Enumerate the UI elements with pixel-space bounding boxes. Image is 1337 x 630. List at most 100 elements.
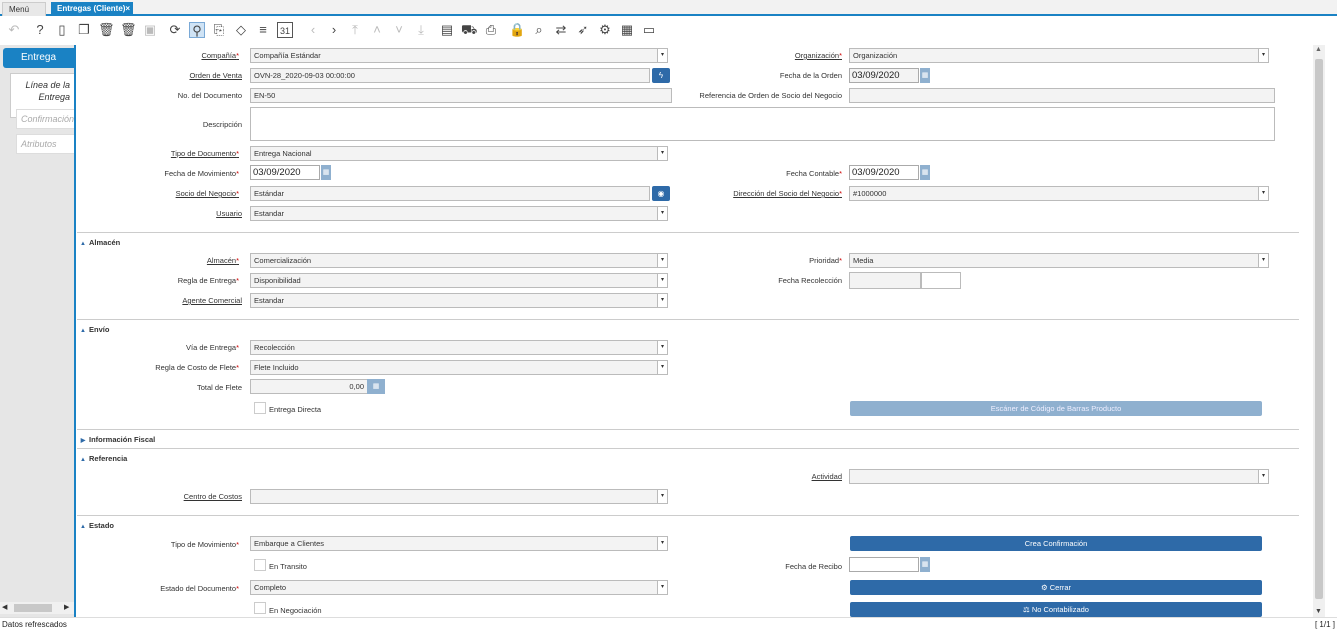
fecha-recoleccion-time[interactable] [921,272,961,289]
lightning-icon[interactable]: ϟ [652,68,670,83]
chevron-down-icon[interactable]: ▾ [657,490,667,503]
chevron-down-icon[interactable]: ▾ [657,207,667,220]
scroll-up-icon[interactable]: ▲ [1315,46,1322,53]
tipo-documento-field[interactable]: Entrega Nacional ▾ [250,146,668,161]
section-referencia[interactable]: ▲ Referencia [77,448,1299,463]
section-almacen[interactable]: ▲ Almacén [77,232,1299,247]
descripcion-textarea[interactable] [250,107,1275,141]
zoom-across-icon[interactable]: ⌕ [531,22,547,38]
collapse-icon[interactable]: ▲ [77,241,89,247]
regla-costo-flete-field[interactable]: Flete Incluido ▾ [250,360,668,375]
chevron-down-icon[interactable]: ▾ [657,581,667,594]
tab-entregas-cliente[interactable]: Entregas (Cliente) × [51,2,133,16]
actividad-field[interactable]: ▾ [849,469,1269,484]
section-informacion-fiscal[interactable]: ▶ Información Fiscal [77,429,1299,444]
usuario-field[interactable]: Estandar ▾ [250,206,668,221]
last-record-icon[interactable]: ⤓ [413,22,429,38]
fecha-orden-field[interactable]: 03/09/2020 [849,68,919,83]
en-transito-checkbox[interactable] [254,559,266,571]
almacen-field[interactable]: Comercialización ▾ [250,253,668,268]
section-estado[interactable]: ▲ Estado [77,515,1299,530]
next-record-icon[interactable]: › [326,22,342,38]
compania-field[interactable]: Compañía Estándar ▾ [250,48,668,63]
help-icon[interactable]: ? [32,22,48,38]
new-icon[interactable]: ▯ [54,22,70,38]
orden-venta-field[interactable]: OVN-28_2020-09-03 00:00:00 [250,68,650,83]
fecha-recoleccion-date[interactable] [849,272,921,289]
horizontal-scrollbar[interactable]: ◀ ▶ [0,602,74,614]
print-icon[interactable]: ⎙ [483,22,499,38]
delete-selection-icon[interactable]: 🗑 [120,22,137,38]
scanner-button[interactable]: Escáner de Código de Barras Producto [850,401,1262,416]
chevron-down-icon[interactable]: ▾ [1258,470,1268,483]
save-icon[interactable]: ▣ [142,22,158,38]
regla-entrega-field[interactable]: Disponibilidad ▾ [250,273,668,288]
first-record-icon[interactable]: ⤒ [347,22,363,38]
socio-negocio-field[interactable]: Estándar [250,186,650,201]
scroll-right-icon[interactable]: ▶ [64,603,69,611]
process-icon[interactable]: ⚙ [597,22,613,38]
next-page-icon[interactable]: ˅ [391,22,407,38]
delete-icon[interactable]: 🗑 [98,22,115,38]
chevron-down-icon[interactable]: ▾ [657,49,667,62]
chevron-down-icon[interactable]: ▾ [657,294,667,307]
lock-icon[interactable]: 🔒 [509,22,525,38]
en-negociacion-checkbox[interactable] [254,602,266,614]
section-envio[interactable]: ▲ Envío [77,319,1299,334]
chevron-down-icon[interactable]: ▾ [657,147,667,160]
workflow-icon[interactable]: ⇄ [553,22,569,38]
cerrar-button[interactable]: ⚙ Cerrar [850,580,1262,595]
fecha-recibo-field[interactable] [849,557,919,572]
refresh-icon[interactable]: ⟳ [167,22,183,38]
product-info-icon[interactable]: ▦ [619,22,635,38]
agente-comercial-field[interactable]: Estandar ▾ [250,293,668,308]
scroll-thumb[interactable] [1315,59,1323,599]
tab-menu[interactable]: Menú (9) [2,2,46,27]
no-contabilizado-button[interactable]: ⚖ No Contabilizado [850,602,1262,617]
scroll-down-icon[interactable]: ▼ [1315,608,1322,615]
chevron-down-icon[interactable]: ▾ [1258,254,1268,267]
collapse-icon[interactable]: ▲ [77,328,89,334]
request-icon[interactable]: ▭ [641,22,657,38]
previous-page-icon[interactable]: ˄ [369,22,385,38]
calculator-icon[interactable]: ▦ [367,379,385,394]
scroll-thumb[interactable] [14,604,52,612]
chevron-down-icon[interactable]: ▾ [1258,187,1268,200]
tab-confirmacion[interactable]: Confirmación [16,109,74,129]
chevron-down-icon[interactable]: ▾ [657,537,667,550]
collapse-icon[interactable]: ▲ [77,524,89,530]
vertical-scrollbar[interactable]: ▲ ▼ [1313,45,1325,617]
calendar-icon[interactable]: ▦ [321,165,331,180]
organizacion-field[interactable]: Organización ▾ [849,48,1269,63]
attachment-icon[interactable]: ⎘ [211,22,227,38]
archive-icon[interactable]: ⛟ [461,22,477,38]
calendar-icon[interactable]: ▦ [920,68,930,83]
calendar-icon[interactable]: ▦ [920,165,930,180]
calendar-icon[interactable]: 31 [277,22,293,38]
tab-atributos[interactable]: Atributos [16,134,74,154]
chevron-down-icon[interactable]: ▾ [657,254,667,267]
expand-icon[interactable]: ▶ [77,437,89,444]
chevron-down-icon[interactable]: ▾ [657,341,667,354]
total-flete-field[interactable]: 0,00 [250,379,368,394]
chat-icon[interactable]: ◇ [233,22,249,38]
no-documento-field[interactable]: EN-50 [250,88,672,103]
fecha-movimiento-field[interactable]: 03/09/2020 [250,165,320,180]
via-entrega-field[interactable]: Recolección ▾ [250,340,668,355]
estado-documento-field[interactable]: Completo ▾ [250,580,668,595]
crea-confirmacion-button[interactable]: Crea Confirmación [850,536,1262,551]
copy-icon[interactable]: ❐ [76,22,92,38]
tipo-movimiento-field[interactable]: Embarque a Clientes ▾ [250,536,668,551]
grid-toggle-icon[interactable]: ≡ [255,22,271,38]
close-tab-icon[interactable]: × [125,2,130,15]
find-icon[interactable]: ⚲ [189,22,205,38]
chevron-down-icon[interactable]: ▾ [1258,49,1268,62]
collapse-icon[interactable]: ▲ [77,457,89,463]
undo-icon[interactable]: ↶ [6,22,22,38]
centro-costos-field[interactable]: ▾ [250,489,668,504]
calendar-icon[interactable]: ▦ [920,557,930,572]
ref-orden-field[interactable] [849,88,1275,103]
info-icon[interactable]: ◉ [652,186,670,201]
prioridad-field[interactable]: Media ▾ [849,253,1269,268]
fecha-contable-field[interactable]: 03/09/2020 [849,165,919,180]
